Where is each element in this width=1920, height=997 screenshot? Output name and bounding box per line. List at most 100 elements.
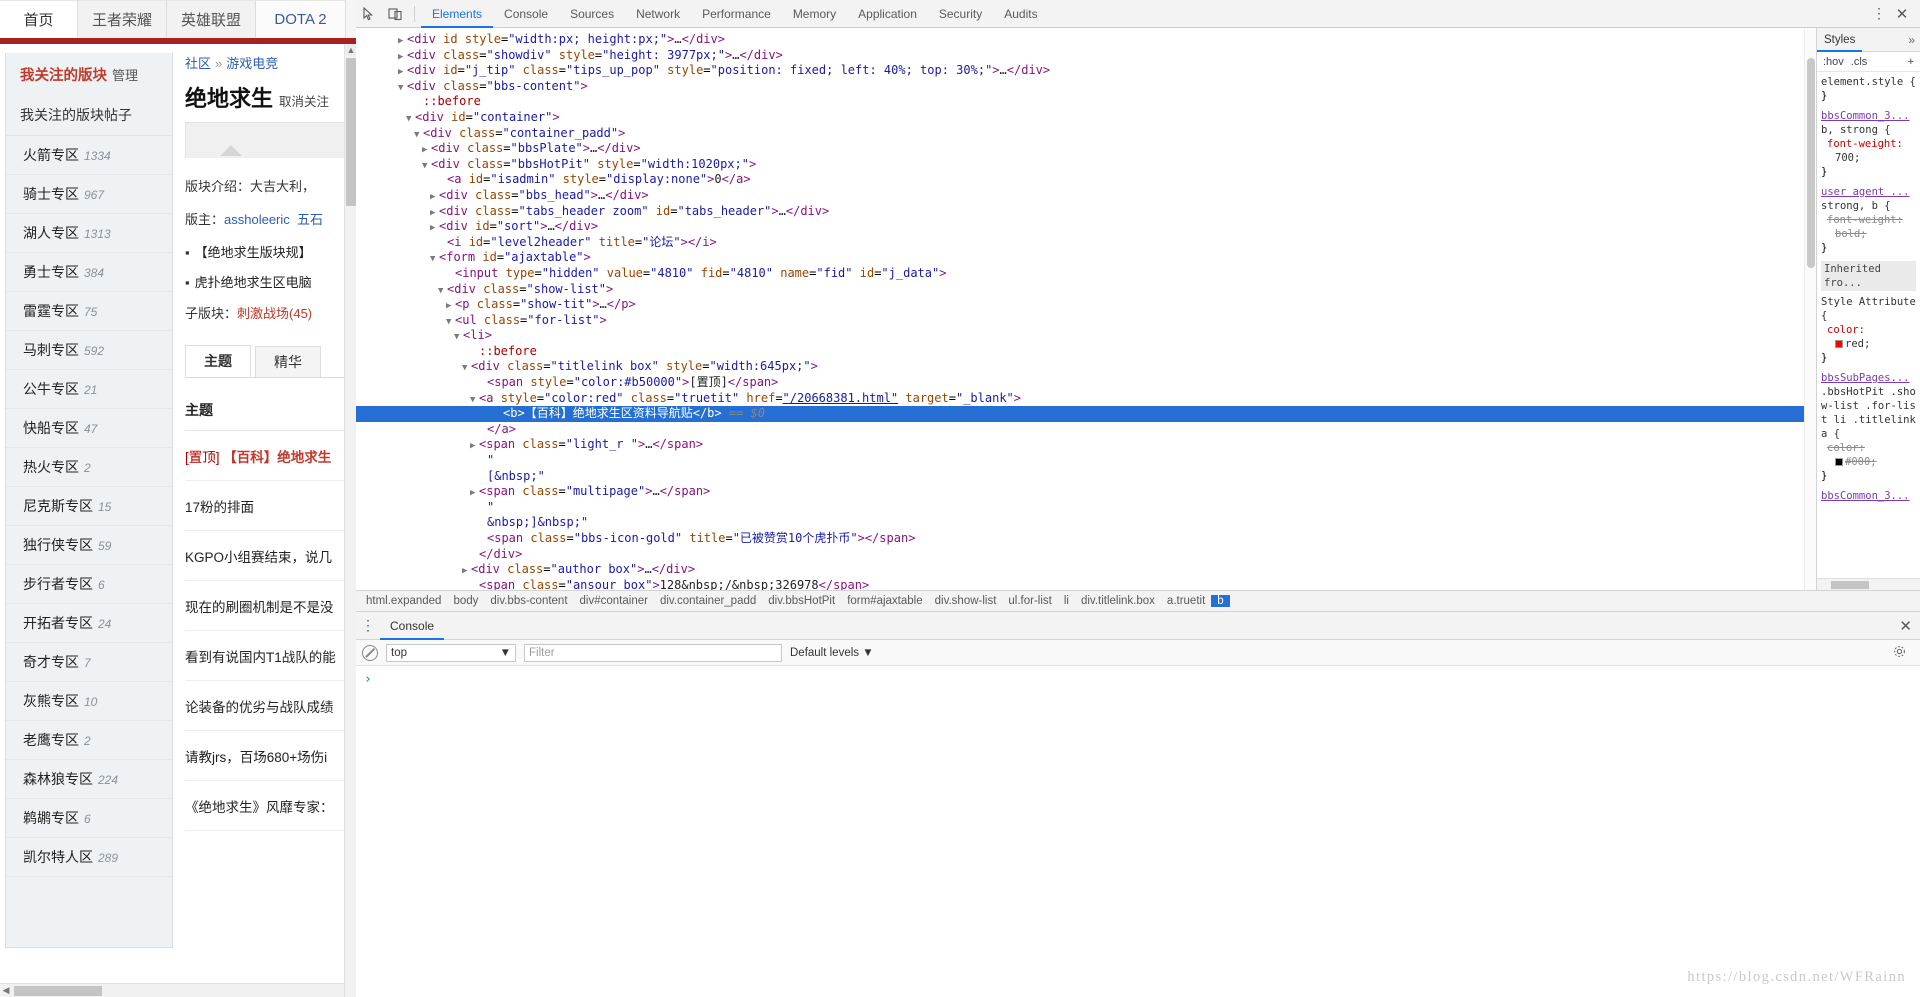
sidebar-item-骑士专区[interactable]: 骑士专区 967 <box>6 175 172 214</box>
style-source-link[interactable]: bbsCommon_3... <box>1821 109 1916 123</box>
dom-node[interactable]: ▶ <div id="sort">…</div> <box>356 219 1816 235</box>
drawer-close-icon[interactable]: ✕ <box>1899 617 1920 635</box>
sidebar-item-灰熊专区[interactable]: 灰熊专区 10 <box>6 682 172 721</box>
style-source-link[interactable]: bbsSubPages... <box>1821 371 1916 385</box>
dom-breadcrumb-item[interactable]: ul.for-list <box>1002 595 1057 607</box>
close-icon[interactable]: ✕ <box>1890 5 1914 23</box>
devtools-tab-security[interactable]: Security <box>928 0 993 28</box>
style-source-link[interactable]: user agent ... <box>1821 185 1916 199</box>
page-vertical-scrollbar[interactable]: ▲ <box>344 44 356 997</box>
style-rule[interactable]: bbsCommon_3... b, strong {font-weight: 700… <box>1821 109 1916 179</box>
clear-console-icon[interactable] <box>362 644 378 661</box>
post-row[interactable]: KGPO小组赛结束，说几 <box>185 531 356 581</box>
dom-node[interactable]: ▼ <div id="container"> <box>356 110 1816 126</box>
post-row[interactable]: 看到有说国内T1战队的能 <box>185 631 356 681</box>
style-rule[interactable]: Style Attribute {color: red;} <box>1821 295 1916 365</box>
style-rule[interactable]: element.style {} <box>1821 75 1916 103</box>
post-row[interactable]: 论装备的优劣与战队成绩 <box>185 681 356 731</box>
disclosure-triangle-icon[interactable]: ▼ <box>422 159 431 175</box>
dom-node[interactable]: ▶ <span class="light_r ">…</span> <box>356 437 1816 453</box>
devtools-tab-application[interactable]: Application <box>847 0 928 28</box>
devtools-tab-performance[interactable]: Performance <box>691 0 782 28</box>
forum-rule-item[interactable]: 【绝地求生版块规】 <box>185 242 356 261</box>
more-options-icon[interactable]: ⋮ <box>1868 5 1890 22</box>
post-row[interactable]: 17粉的排面 <box>185 481 356 531</box>
styles-horizontal-scrollbar[interactable] <box>1817 578 1920 590</box>
style-property[interactable]: font-weight: <box>1821 137 1916 151</box>
dom-node[interactable]: ▶ <span class="multipage">…</span> <box>356 484 1816 500</box>
dom-node[interactable]: ▼ <form id="ajaxtable"> <box>356 250 1816 266</box>
sidebar-item-尼克斯专区[interactable]: 尼克斯专区 15 <box>6 487 172 526</box>
hov-toggle[interactable]: :hov <box>1823 56 1844 68</box>
dom-tree[interactable]: ▶ <div id style="width:px; height:px;">…<… <box>356 28 1816 590</box>
style-property-value[interactable]: 700; <box>1821 151 1916 165</box>
tab-topics[interactable]: 主题 <box>185 345 251 377</box>
sidebar-item-马刺专区[interactable]: 马刺专区 592 <box>6 331 172 370</box>
page-horizontal-scrollbar[interactable]: ◀ ▶ <box>0 983 344 997</box>
nav-tab-home[interactable]: 首页 <box>0 0 78 38</box>
sidebar-item-凯尔特人区[interactable]: 凯尔特人区 289 <box>6 838 172 877</box>
page-horizontal-scrollbar-thumb[interactable] <box>14 986 102 996</box>
dom-breadcrumb-item[interactable]: body <box>447 595 484 607</box>
sidebar-item-森林狼专区[interactable]: 森林狼专区 224 <box>6 760 172 799</box>
console-filter-input[interactable]: Filter <box>524 643 782 662</box>
style-rule[interactable]: bbsSubPages... .bbsHotPit .show-list .for… <box>1821 371 1916 483</box>
style-property-value[interactable]: red; <box>1821 337 1916 351</box>
scroll-left-arrow[interactable]: ◀ <box>0 984 12 996</box>
console-prompt[interactable]: › <box>356 666 1920 687</box>
dom-breadcrumb-item[interactable]: div.show-list <box>929 595 1003 607</box>
post-row[interactable]: 请教jrs，百场680+场伤i <box>185 731 356 781</box>
cls-toggle[interactable]: .cls <box>1851 56 1868 68</box>
sidebar-item-奇才专区[interactable]: 奇才专区 7 <box>6 643 172 682</box>
style-rule[interactable]: user agent ... strong, b {font-weight: bol… <box>1821 185 1916 255</box>
style-property[interactable]: color: <box>1821 323 1916 337</box>
expand-panes-icon[interactable]: » <box>1908 33 1920 47</box>
console-context-select[interactable]: top ▼ <box>386 643 516 662</box>
devtools-tab-audits[interactable]: Audits <box>993 0 1048 28</box>
styles-horizontal-scrollbar-thumb[interactable] <box>1831 581 1869 589</box>
disclosure-triangle-icon[interactable] <box>494 408 503 424</box>
dom-node[interactable]: [&nbsp;" <box>356 469 1816 485</box>
drawer-tab-console[interactable]: Console <box>380 612 444 640</box>
dom-node[interactable]: ▶ <div class="tabs_header zoom" id="tabs_… <box>356 204 1816 220</box>
dom-tree-scrollbar[interactable] <box>1804 28 1816 590</box>
dom-node[interactable]: ▶ <div class="bbs_head">…</div> <box>356 188 1816 204</box>
dom-node[interactable]: ▶ <p class="show-tit">…</p> <box>356 297 1816 313</box>
post-row[interactable]: 现在的刷圈机制是不是没 <box>185 581 356 631</box>
disclosure-triangle-icon[interactable]: ▼ <box>462 361 471 377</box>
new-style-rule-icon[interactable]: + <box>1908 56 1914 68</box>
console-levels-select[interactable]: Default levels ▼ <box>790 647 874 659</box>
dom-node[interactable]: ::before <box>356 344 1816 360</box>
dom-node[interactable]: <input type="hidden" value="4810" fid="4… <box>356 266 1816 282</box>
dom-node[interactable]: ▼ <ul class="for-list"> <box>356 313 1816 329</box>
forum-rule-item[interactable]: 虎扑绝地求生区电脑 <box>185 272 356 291</box>
dom-node[interactable]: ▼ <div class="container_padd"> <box>356 126 1816 142</box>
disclosure-triangle-icon[interactable]: ▼ <box>398 81 407 97</box>
breadcrumb-current[interactable]: 游戏电竞 <box>226 56 278 71</box>
breadcrumb-root[interactable]: 社区 <box>185 56 211 71</box>
devtools-tab-network[interactable]: Network <box>625 0 691 28</box>
style-property-value[interactable]: #000; <box>1821 455 1916 469</box>
device-toolbar-icon[interactable] <box>382 1 408 27</box>
sidebar-item-老鹰专区[interactable]: 老鹰专区 2 <box>6 721 172 760</box>
sidebar-followed-posts[interactable]: 我关注的版块帖子 <box>6 95 172 136</box>
sidebar-item-热火专区[interactable]: 热火专区 2 <box>6 448 172 487</box>
dom-node[interactable]: ▼ <li> <box>356 328 1816 344</box>
dom-node[interactable]: " <box>356 500 1816 516</box>
dom-node[interactable]: ▼ <a style="color:red" class="truetit" hr… <box>356 391 1816 407</box>
moderator-link-1[interactable]: assholeeric <box>224 212 290 227</box>
devtools-tab-console[interactable]: Console <box>493 0 559 28</box>
dom-breadcrumb-item[interactable]: div#container <box>574 595 654 607</box>
inspect-cursor-icon[interactable] <box>356 1 382 27</box>
dom-breadcrumb-item[interactable]: div.titlelink.box <box>1075 595 1161 607</box>
dom-node[interactable]: ▼ <div class="bbsHotPit" style="width:102… <box>356 157 1816 173</box>
dom-breadcrumb-item[interactable]: b <box>1211 595 1230 607</box>
dom-breadcrumb-item[interactable]: div.bbsHotPit <box>762 595 841 607</box>
disclosure-triangle-icon[interactable] <box>470 580 479 590</box>
dom-node[interactable]: ▼ <div class="bbs-content"> <box>356 79 1816 95</box>
disclosure-triangle-icon[interactable]: ▼ <box>454 330 463 346</box>
dom-node[interactable]: ▶ <div id="j_tip" class="tips_up_pop" sty… <box>356 63 1816 79</box>
drawer-more-options-icon[interactable]: ⋮ <box>356 617 380 634</box>
sidebar-item-鹈鹕专区[interactable]: 鹈鹕专区 6 <box>6 799 172 838</box>
dom-node[interactable]: ▶ <div id style="width:px; height:px;">…<… <box>356 32 1816 48</box>
